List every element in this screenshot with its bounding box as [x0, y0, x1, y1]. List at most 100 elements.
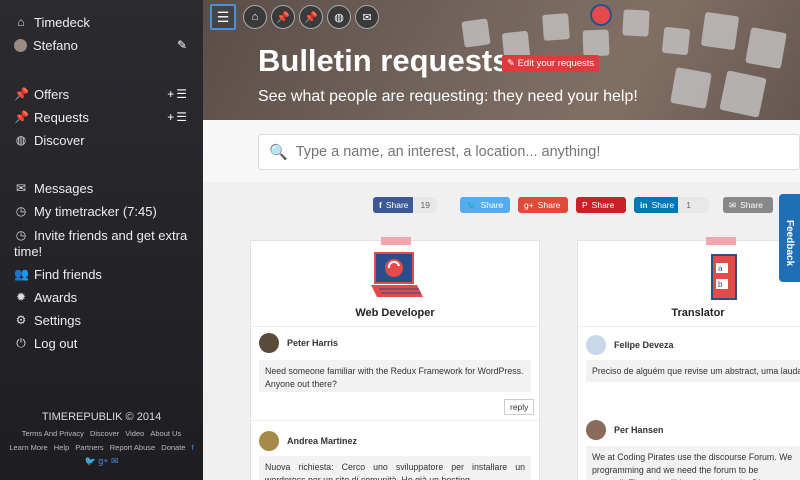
post-author[interactable]: Peter Harris: [259, 333, 338, 353]
pinterest-share-button[interactable]: P Share: [576, 197, 626, 213]
author-name: Felipe Deveza: [614, 340, 674, 350]
messages-button[interactable]: ✉: [355, 5, 379, 29]
page-title: Bulletin requests: [258, 43, 510, 78]
twitter-icon: 🐦: [466, 199, 477, 210]
footer-link[interactable]: Discover: [90, 429, 119, 438]
envelope-icon: ✉: [15, 181, 27, 195]
tape-decoration: [381, 237, 411, 245]
share-linkedin[interactable]: in Share 1: [634, 197, 711, 213]
googleplus-icon[interactable]: g+: [98, 456, 108, 466]
tape-decoration: [706, 237, 736, 245]
sidebar-label-awards: Awards: [34, 289, 78, 305]
author-name: Per Hansen: [614, 425, 664, 435]
share-pinterest[interactable]: P Share: [576, 197, 626, 213]
user-name: Stefano: [33, 37, 78, 53]
sidebar-item-home[interactable]: ⌂ Timedeck: [14, 12, 189, 32]
linkedin-share-button[interactable]: in Share: [634, 197, 681, 213]
edit-requests-button[interactable]: ✎ Edit your requests: [502, 55, 600, 72]
sidebar-item-profile[interactable]: Stefano ✎: [14, 35, 189, 55]
footer-link[interactable]: Video: [125, 429, 144, 438]
sidebar-item-discover[interactable]: ◍ Discover: [14, 130, 189, 150]
svg-text:b: b: [718, 280, 723, 289]
post-message: Preciso de alguém que revise um abstract…: [586, 360, 800, 382]
search-input[interactable]: [295, 144, 756, 160]
share-label: Share: [385, 200, 409, 210]
globe-icon: ◍: [334, 11, 344, 24]
share-label: Share: [591, 200, 615, 210]
post-author[interactable]: Felipe Deveza: [586, 335, 674, 355]
post-author[interactable]: Andrea Martinez: [259, 431, 357, 451]
email-share-button[interactable]: ✉ Share: [723, 197, 773, 213]
sidebar-label-offers: Offers: [34, 86, 70, 102]
divider: [250, 420, 540, 421]
add-list-icon[interactable]: +☰: [167, 110, 189, 124]
search-icon: 🔍: [269, 144, 288, 161]
sidebar-item-invite-cont[interactable]: time!: [14, 241, 189, 261]
sidebar-label-timetracker: My timetracker (7:45): [34, 203, 157, 219]
sidebar-item-messages[interactable]: ✉ Messages: [14, 178, 189, 198]
post-message: Need someone familiar with the Redux Fra…: [259, 360, 531, 392]
divider: [251, 326, 539, 327]
sidebar-item-offers[interactable]: 📌 Offers +☰: [14, 84, 189, 104]
email-icon[interactable]: ✉: [111, 456, 119, 466]
footer-link[interactable]: Donate: [161, 443, 185, 452]
clock-icon: ◷: [15, 204, 27, 218]
avatar: [586, 335, 606, 355]
social-icons: 🐦 g+ ✉: [0, 456, 203, 467]
app-name: Timedeck: [34, 14, 90, 30]
footer-link[interactable]: Terms And Privacy: [22, 429, 84, 438]
offers-button[interactable]: 📌: [271, 5, 295, 29]
post-author[interactable]: Per Hansen: [586, 420, 664, 440]
facebook-share-button[interactable]: f Share: [373, 197, 415, 213]
footer-link[interactable]: Learn More: [9, 443, 47, 452]
share-email[interactable]: ✉ Share: [723, 197, 773, 213]
post-message: We at Coding Pirates use the discourse F…: [586, 446, 800, 480]
feedback-tab[interactable]: Feedback: [779, 194, 800, 282]
facebook-icon[interactable]: f: [192, 443, 194, 452]
globe-icon: ◍: [15, 133, 27, 147]
sidebar-item-settings[interactable]: ⚙ Settings: [14, 310, 189, 330]
home-icon: ⌂: [251, 11, 259, 23]
share-twitter[interactable]: 🐦 Share: [460, 197, 510, 213]
twitter-share-button[interactable]: 🐦 Share: [460, 197, 510, 213]
twitter-icon[interactable]: 🐦: [84, 456, 95, 466]
card-title: Translator: [671, 307, 725, 319]
share-count: 19: [412, 197, 438, 213]
sidebar: ⌂ Timedeck Stefano ✎ 📌 Offers +☰ 📌 Reque…: [0, 0, 203, 480]
google-share-button[interactable]: g+ Share: [518, 197, 568, 213]
sidebar-item-logout[interactable]: ⏻ Log out: [14, 333, 189, 353]
feedback-label: Feedback: [784, 220, 795, 267]
footer-link[interactable]: Partners: [75, 443, 103, 452]
avatar: [14, 38, 27, 52]
dictionary-icon: a b: [711, 254, 737, 300]
footer-link[interactable]: About Us: [150, 429, 181, 438]
users-icon: 👥: [14, 267, 29, 281]
brand-logo[interactable]: [590, 4, 612, 26]
sidebar-label-discover: Discover: [34, 132, 85, 148]
sidebar-item-awards[interactable]: ✹ Awards: [14, 287, 189, 307]
sidebar-item-find-friends[interactable]: 👥 Find friends: [14, 264, 189, 284]
add-list-icon[interactable]: +☰: [167, 87, 189, 101]
search-box[interactable]: 🔍: [258, 134, 800, 170]
sidebar-label-find-friends: Find friends: [34, 266, 102, 282]
sidebar-item-requests[interactable]: 📌 Requests +☰: [14, 107, 189, 127]
footer-link[interactable]: Report Abuse: [110, 443, 155, 452]
menu-button[interactable]: ☰: [210, 4, 236, 30]
pencil-icon[interactable]: ✎: [177, 38, 189, 52]
laptop-icon: [371, 252, 423, 297]
footer-link[interactable]: Help: [54, 443, 69, 452]
award-icon: ✹: [15, 290, 27, 304]
author-name: Peter Harris: [287, 338, 339, 348]
pin-icon: 📌: [14, 110, 29, 124]
home-button[interactable]: ⌂: [243, 5, 267, 29]
share-google[interactable]: g+ Share: [518, 197, 568, 213]
share-count: 1: [678, 197, 711, 213]
sidebar-item-timetracker[interactable]: ◷ My timetracker (7:45): [14, 201, 189, 221]
discover-button[interactable]: ◍: [327, 5, 351, 29]
share-facebook[interactable]: f Share 19: [373, 197, 438, 213]
requests-button[interactable]: 📌: [299, 5, 323, 29]
avatar: [259, 431, 279, 451]
reply-button[interactable]: reply: [504, 399, 535, 415]
avatar: [586, 420, 606, 440]
sidebar-label-messages: Messages: [34, 180, 94, 196]
